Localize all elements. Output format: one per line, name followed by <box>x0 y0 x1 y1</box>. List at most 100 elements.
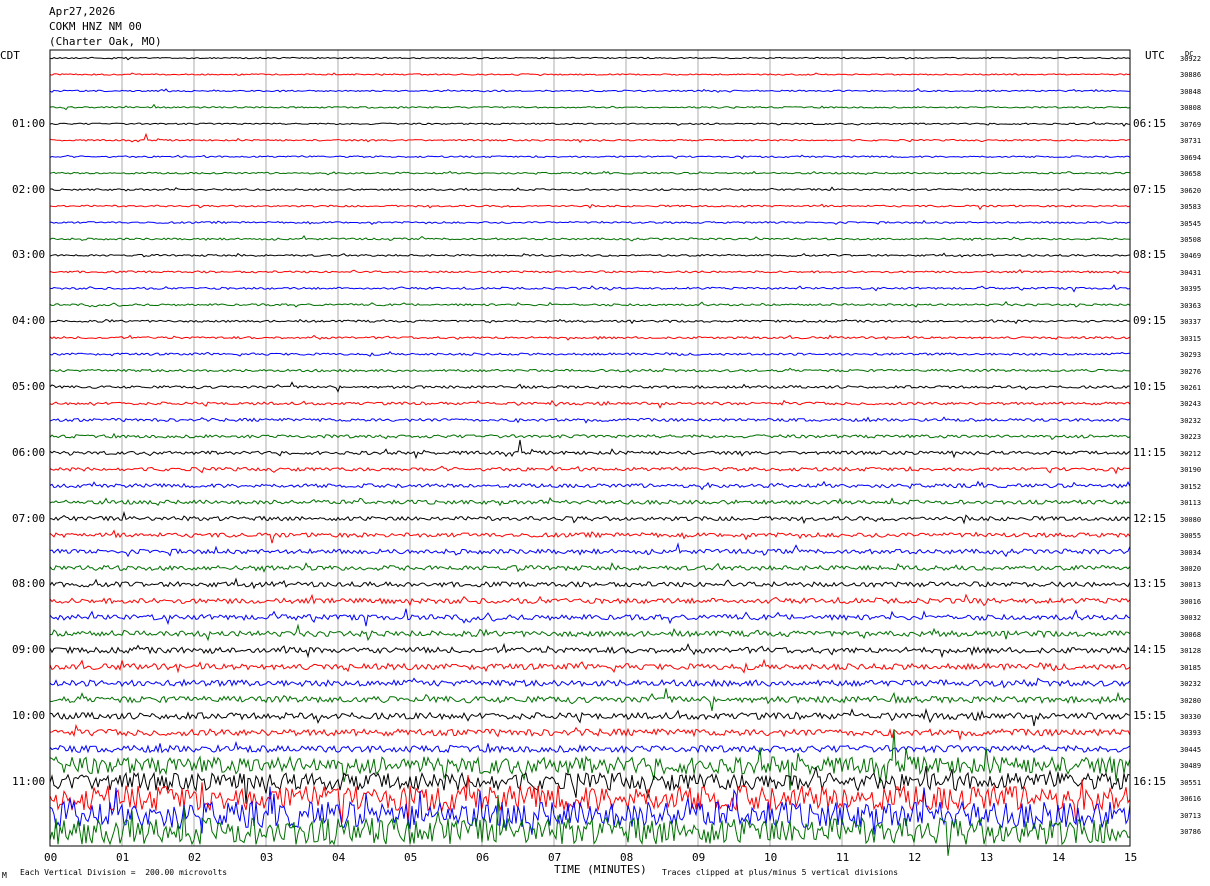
dc-offset-label: 30694 <box>1180 153 1202 162</box>
left-hour-label: 06:00 <box>12 445 46 459</box>
dc-offset-label: 30489 <box>1180 762 1202 771</box>
x-tick-label: 06 <box>476 851 490 864</box>
dc-offset-label: 30620 <box>1180 186 1202 195</box>
trace-10 <box>49 203 1131 211</box>
x-tick-label: 03 <box>260 851 274 864</box>
right-hour-label: 09:15 <box>1133 314 1167 328</box>
dc-offset-label: 30232 <box>1180 416 1202 425</box>
dc-offset-label: 30848 <box>1180 87 1202 96</box>
x-tick-label: 00 <box>44 851 58 864</box>
trace-23 <box>49 416 1131 424</box>
trace-35 <box>49 608 1131 627</box>
trace-4 <box>49 103 1131 111</box>
dc-offset-label: 30922 <box>1180 55 1202 63</box>
trace-24 <box>49 432 1131 441</box>
trace-3 <box>49 87 1131 93</box>
dc-offset-label: 30886 <box>1180 71 1202 80</box>
dc-offset-label: 30330 <box>1180 713 1202 721</box>
x-tick-label: 12 <box>908 851 922 864</box>
trace-27 <box>49 480 1131 491</box>
dc-offset-label: 30713 <box>1180 811 1202 820</box>
trace-14 <box>49 269 1131 275</box>
right-hour-label: 07:15 <box>1133 182 1167 196</box>
dc-offset-label: 30551 <box>1180 778 1202 787</box>
dc-offset-label: 30445 <box>1180 745 1202 754</box>
trace-12 <box>49 235 1131 242</box>
x-tick-label: 14 <box>1052 851 1066 864</box>
dc-offset-label: 30185 <box>1180 663 1202 672</box>
dc-offset-label: 30315 <box>1180 334 1202 343</box>
dc-offset-label: 30545 <box>1180 219 1202 228</box>
dc-offset-label: 30280 <box>1180 696 1202 705</box>
dc-offset-label: 30232 <box>1180 680 1202 689</box>
dc-offset-label: 30261 <box>1180 384 1202 392</box>
left-hour-label: 08:00 <box>12 577 46 591</box>
trace-28 <box>49 496 1131 507</box>
right-hour-label: 11:15 <box>1133 445 1167 459</box>
right-hour-label: 06:15 <box>1133 116 1167 130</box>
left-hour-label: 03:00 <box>12 248 46 262</box>
x-tick-label: 10 <box>764 851 778 864</box>
minute-gridlines <box>121 50 1059 846</box>
dc-offset-label: 30016 <box>1180 597 1202 606</box>
dc-offset-label: 30055 <box>1180 532 1202 541</box>
right-hour-label: 14:15 <box>1133 643 1167 657</box>
dc-offset-label: 30034 <box>1180 548 1202 557</box>
scale-note: Each Vertical Division = 200.00 microvol… <box>20 868 228 877</box>
x-tick-label: 11 <box>836 851 850 864</box>
dc-offset-label: 30431 <box>1180 268 1202 277</box>
trace-8 <box>49 170 1131 176</box>
trace-7 <box>49 154 1131 160</box>
dc-offset-label: 30068 <box>1180 630 1202 639</box>
trace-11 <box>49 219 1130 225</box>
left-hour-label: 07:00 <box>12 511 46 525</box>
dc-offset-label: 30212 <box>1180 449 1202 458</box>
dc-offset-label: 30020 <box>1180 564 1202 573</box>
x-tick-label: 05 <box>404 851 418 864</box>
left-hour-label: 09:00 <box>12 643 46 657</box>
dc-offset-label: 30658 <box>1180 170 1202 179</box>
trace-32 <box>49 561 1131 573</box>
trace-19 <box>49 350 1131 357</box>
trace-33 <box>49 577 1131 590</box>
trace-29 <box>49 510 1131 525</box>
trace-1 <box>49 56 1131 61</box>
trace-21 <box>49 381 1131 393</box>
left-hour-label: 10:00 <box>12 709 46 722</box>
seismic-traces <box>49 56 1131 856</box>
trace-17 <box>49 318 1131 325</box>
dc-offset-label: 30223 <box>1180 433 1202 442</box>
dc-offset-label: 30616 <box>1180 795 1202 804</box>
dc-offset-label: 30508 <box>1180 235 1202 244</box>
dc-offset-label: 30769 <box>1180 120 1202 129</box>
dc-offset-label: 30190 <box>1180 466 1202 475</box>
dc-offset-label: 30276 <box>1180 367 1202 376</box>
trace-40 <box>49 688 1131 712</box>
trace-42 <box>49 723 1131 741</box>
dc-offset-label: 30731 <box>1180 137 1202 146</box>
trace-25 <box>49 439 1131 460</box>
dc-offset-label: 30080 <box>1180 515 1202 524</box>
dc-offset-label: 30113 <box>1180 499 1202 508</box>
x-tick-label: 13 <box>980 851 994 864</box>
dc-offset-label: 30469 <box>1180 252 1202 261</box>
dc-offset-label: 30393 <box>1180 729 1202 738</box>
plot-frame <box>49 49 1131 847</box>
trace-5 <box>49 121 1131 127</box>
trace-2 <box>49 72 1131 77</box>
right-hour-label: 15:15 <box>1133 709 1167 722</box>
dc-offset-label: 30243 <box>1180 400 1202 409</box>
helicorder-chart <box>49 49 1131 856</box>
left-hour-label: 05:00 <box>12 380 46 393</box>
corner-mark: M <box>2 871 7 880</box>
trace-30 <box>49 529 1131 544</box>
x-tick-label: 02 <box>188 851 202 864</box>
trace-45 <box>49 766 1131 804</box>
x-tick-label: 09 <box>692 851 706 864</box>
trace-46 <box>49 774 1131 826</box>
trace-6 <box>49 132 1131 143</box>
trace-36 <box>49 623 1131 642</box>
trace-22 <box>49 399 1131 409</box>
trace-38 <box>49 658 1131 674</box>
x-tick-label: 01 <box>116 851 130 864</box>
